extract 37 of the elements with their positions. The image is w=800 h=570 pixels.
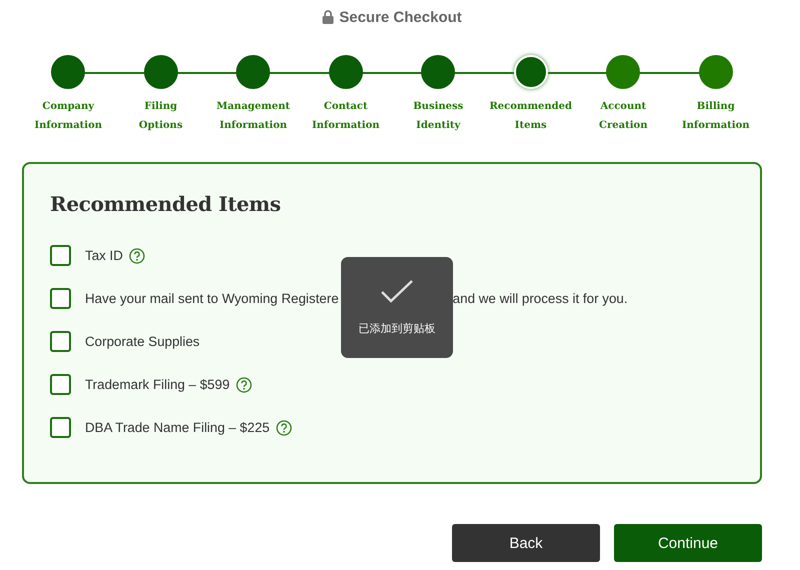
step-label: Account Creation bbox=[599, 100, 648, 133]
help-icon[interactable] bbox=[276, 420, 292, 436]
checkbox[interactable] bbox=[50, 417, 71, 438]
step-label: Billing Information bbox=[682, 100, 750, 133]
step-circle[interactable] bbox=[236, 55, 270, 89]
step-label: Contact Information bbox=[312, 100, 380, 133]
checkbox[interactable] bbox=[50, 288, 71, 309]
item-label: Tax ID bbox=[85, 248, 123, 263]
step-label: Company Information bbox=[34, 100, 102, 133]
item-label: DBA Trade Name Filing – $225 bbox=[85, 420, 270, 435]
checkbox[interactable] bbox=[50, 374, 71, 395]
step-circle[interactable] bbox=[421, 55, 456, 89]
lock-icon bbox=[322, 10, 334, 24]
item-label: Trademark Filing – $599 bbox=[85, 377, 230, 392]
checkbox[interactable] bbox=[50, 245, 71, 266]
step-label: Management Information bbox=[216, 100, 290, 133]
step-circle[interactable] bbox=[328, 55, 363, 89]
item-label: Have your mail sent to Wyoming Registere bbox=[85, 291, 339, 306]
step-circle[interactable] bbox=[144, 55, 178, 89]
step-circle[interactable] bbox=[698, 55, 733, 89]
checkbox[interactable] bbox=[50, 331, 71, 352]
help-icon[interactable] bbox=[128, 248, 145, 264]
card-title: Recommended Items bbox=[50, 192, 282, 216]
check-icon bbox=[380, 279, 414, 303]
step-circle[interactable] bbox=[514, 55, 548, 89]
page-title: Secure Checkout bbox=[339, 8, 462, 26]
item-label: Corporate Supplies bbox=[85, 334, 200, 349]
item-label: and we will process it for you. bbox=[452, 291, 628, 306]
step-circle[interactable] bbox=[606, 55, 640, 89]
toast-message: 已添加到剪贴板 bbox=[358, 321, 436, 336]
step-label: Filing Options bbox=[138, 100, 183, 133]
help-icon[interactable] bbox=[236, 376, 252, 392]
continue-button[interactable]: Continue bbox=[614, 524, 762, 562]
step-circle[interactable] bbox=[51, 55, 86, 89]
step-label: Recommended Items bbox=[489, 100, 572, 133]
back-button[interactable]: Back bbox=[452, 524, 600, 562]
step-label: Business Identity bbox=[413, 100, 464, 133]
